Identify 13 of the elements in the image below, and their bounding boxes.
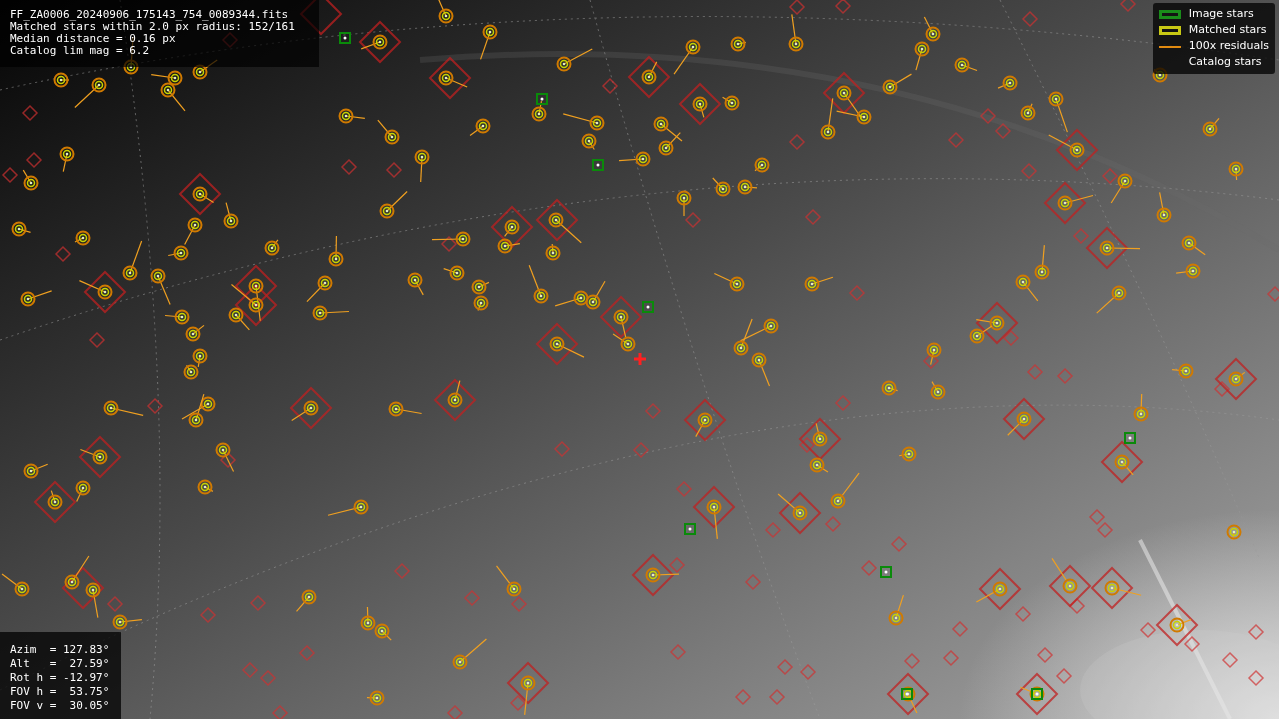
pointing-info-line: FOV v = 30.05° [10, 699, 111, 713]
plot-info-line: Matched stars within 2.0 px radius: 152/161 [10, 21, 296, 33]
legend-label: Matched stars [1188, 22, 1267, 39]
pointing-info-line: Rot h = -12.97° [10, 671, 111, 685]
plot-info-line: Median distance = 0.16 px [10, 33, 177, 45]
pointing-info-line: Azim = 127.83° [10, 643, 111, 657]
pointing-info-line: Alt = 27.59° [10, 657, 111, 671]
plot-info-line: Catalog lim mag = 6.2 [10, 45, 151, 57]
legend-label: Image stars [1188, 6, 1254, 23]
plot-info-line: FF_ZA0006_20240906_175143_754_0089344.fits [10, 9, 290, 21]
legend-label: Catalog stars [1188, 54, 1262, 71]
legend-label: 100x residuals [1188, 38, 1269, 55]
pointing-info-line: FOV h = 53.75° [10, 685, 111, 699]
